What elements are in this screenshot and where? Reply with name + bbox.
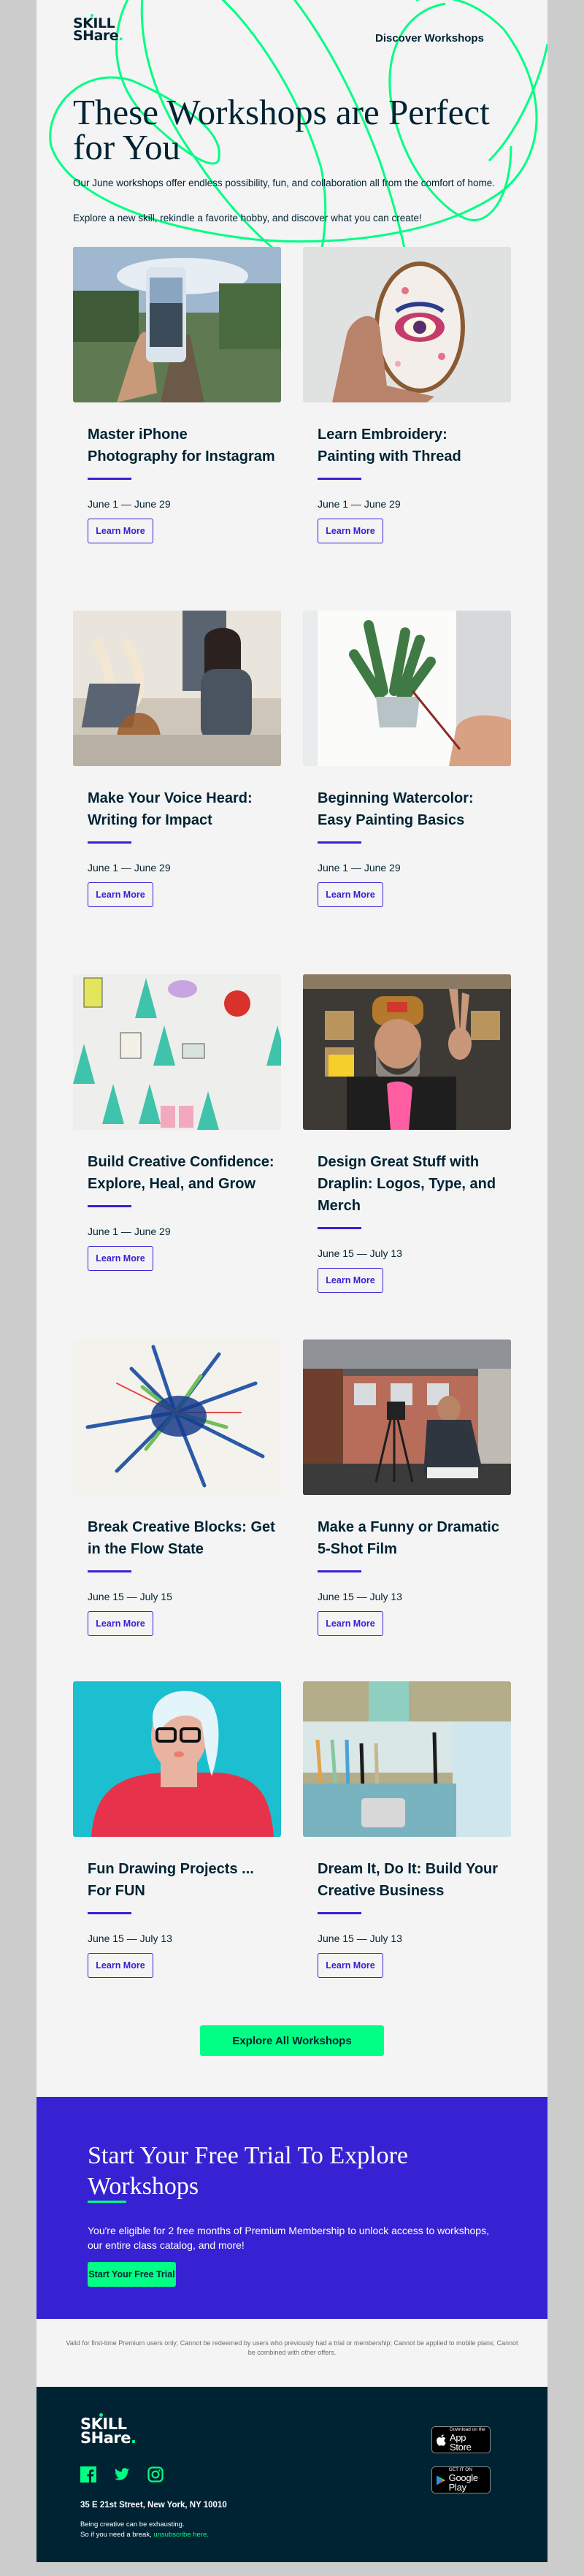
explore-all-workshops-button[interactable]: Explore All Workshops xyxy=(200,2025,384,2056)
app-store-big: App Store xyxy=(449,2432,472,2453)
workshop-divider xyxy=(88,1912,131,1914)
footer-tagline: Being creative can be exhausting. So if … xyxy=(80,2520,209,2540)
workshop-divider xyxy=(318,1227,361,1229)
workshop-title[interactable]: Dream It, Do It: Build Your Creative Bus… xyxy=(318,1858,507,1902)
disclaimer-text: Valid for first-time Premium users only;… xyxy=(66,2339,518,2356)
workshop-image[interactable] xyxy=(73,1681,281,1837)
unsubscribe-link[interactable]: unsubscribe here. xyxy=(153,2531,209,2539)
hero-paragraph-1: Our June workshops offer endless possibi… xyxy=(73,177,496,188)
hero-paragraph-2: Explore a new skill, rekindle a favorite… xyxy=(73,213,422,223)
learn-more-button[interactable]: Learn More xyxy=(88,1953,153,1978)
skillshare-logo[interactable]: SKILL SHare. xyxy=(73,14,123,44)
footer-logo-line2: SHare. xyxy=(80,2429,137,2447)
trial-title: Start Your Free Trial To Explore Worksho… xyxy=(88,2142,409,2200)
workshop-dates: June 1 — June 29 xyxy=(88,862,171,874)
workshop-dates: June 1 — June 29 xyxy=(318,498,401,510)
apple-icon xyxy=(437,2434,446,2446)
workshop-image[interactable] xyxy=(73,611,281,766)
workshop-title[interactable]: Build Creative Confidence: Explore, Heal… xyxy=(88,1151,277,1195)
free-trial-section: Start Your Free Trial To Explore Worksho… xyxy=(36,2097,548,2319)
learn-more-button[interactable]: Learn More xyxy=(88,882,153,907)
google-play-icon xyxy=(437,2474,445,2485)
workshop-divider xyxy=(318,478,361,480)
workshop-title[interactable]: Learn Embroidery: Painting with Thread xyxy=(318,424,507,467)
workshop-image[interactable] xyxy=(73,247,281,402)
workshop-title[interactable]: Design Great Stuff with Draplin: Logos, … xyxy=(318,1151,507,1217)
workshop-divider xyxy=(318,841,361,844)
workshop-image[interactable] xyxy=(73,974,281,1130)
workshop-dates: June 1 — June 29 xyxy=(88,1226,171,1237)
email-panel: SKILL SHare. Discover Workshops These Wo… xyxy=(36,0,548,2562)
workshop-title[interactable]: Make Your Voice Heard: Writing for Impac… xyxy=(88,787,277,831)
tagline-line2: So if you need a break, unsubscribe here… xyxy=(80,2531,209,2539)
workshop-divider xyxy=(318,1570,361,1572)
workshop-title[interactable]: Master iPhone Photography for Instagram xyxy=(88,424,277,467)
learn-more-button[interactable]: Learn More xyxy=(318,519,383,543)
trial-divider xyxy=(88,2201,126,2203)
google-play-big: Google Play xyxy=(448,2472,478,2493)
workshop-dates: June 15 — July 13 xyxy=(318,1933,402,1944)
workshop-title[interactable]: Break Creative Blocks: Get in the Flow S… xyxy=(88,1516,277,1560)
discover-workshops-link[interactable]: Discover Workshops xyxy=(375,32,484,45)
learn-more-button[interactable]: Learn More xyxy=(318,1268,383,1293)
tagline-line1: Being creative can be exhausting. xyxy=(80,2520,185,2529)
workshop-title[interactable]: Beginning Watercolor: Easy Painting Basi… xyxy=(318,787,507,831)
workshop-dates: June 15 — July 13 xyxy=(318,1591,402,1602)
workshop-dates: June 15 — July 15 xyxy=(88,1591,172,1602)
workshop-divider xyxy=(88,841,131,844)
workshop-divider xyxy=(88,478,131,480)
workshop-divider xyxy=(88,1570,131,1572)
logo-line2: SHare. xyxy=(73,28,123,44)
trial-paragraph: You're eligible for 2 free months of Pre… xyxy=(88,2225,489,2251)
learn-more-button[interactable]: Learn More xyxy=(88,519,153,543)
workshop-title[interactable]: Fun Drawing Projects ... For FUN xyxy=(88,1858,277,1902)
workshop-divider xyxy=(88,1205,131,1207)
workshop-image[interactable] xyxy=(303,247,511,402)
workshop-image[interactable] xyxy=(303,974,511,1130)
hero-title: These Workshops are Perfect for You xyxy=(73,92,490,167)
footer-skillshare-logo[interactable]: SKILL SHare. xyxy=(80,2413,137,2447)
workshop-image[interactable] xyxy=(303,611,511,766)
workshop-image[interactable] xyxy=(73,1339,281,1495)
learn-more-button[interactable]: Learn More xyxy=(318,1611,383,1636)
workshop-image[interactable] xyxy=(303,1339,511,1495)
footer-address: 35 E 21st Street, New York, NY 10010 xyxy=(80,2501,227,2510)
learn-more-button[interactable]: Learn More xyxy=(88,1246,153,1271)
workshop-title[interactable]: Make a Funny or Dramatic 5-Shot Film xyxy=(318,1516,507,1560)
learn-more-button[interactable]: Learn More xyxy=(88,1611,153,1636)
workshop-divider xyxy=(318,1912,361,1914)
learn-more-button[interactable]: Learn More xyxy=(318,882,383,907)
instagram-icon[interactable] xyxy=(147,2466,164,2483)
workshop-dates: June 15 — July 13 xyxy=(318,1247,402,1259)
start-free-trial-button[interactable]: Start Your Free Trial xyxy=(88,2262,176,2287)
learn-more-button[interactable]: Learn More xyxy=(318,1953,383,1978)
workshop-dates: June 1 — June 29 xyxy=(88,498,171,510)
twitter-icon[interactable] xyxy=(114,2466,130,2483)
app-store-badge[interactable]: Download on the App Store xyxy=(431,2426,491,2453)
facebook-icon[interactable] xyxy=(80,2466,96,2483)
workshop-image[interactable] xyxy=(303,1681,511,1837)
workshop-dates: June 1 — June 29 xyxy=(318,862,401,874)
workshop-dates: June 15 — July 13 xyxy=(88,1933,172,1944)
google-play-badge[interactable]: GET IT ON Google Play xyxy=(431,2466,491,2493)
